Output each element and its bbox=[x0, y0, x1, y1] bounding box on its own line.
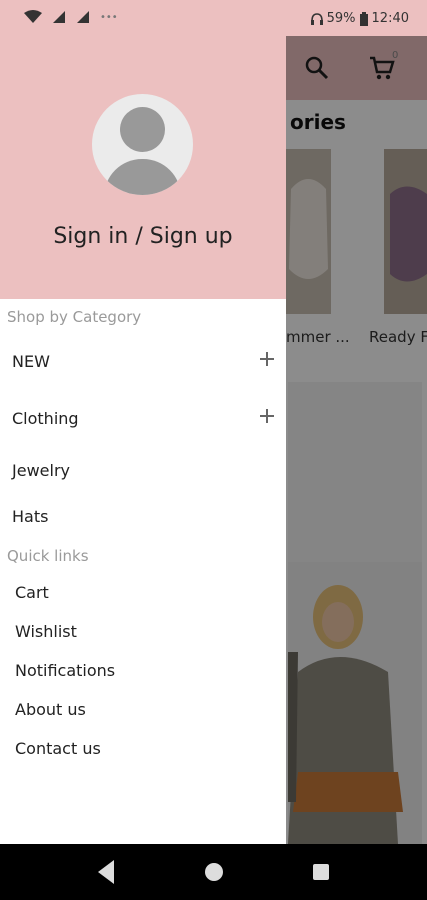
wifi-icon bbox=[24, 10, 42, 23]
expand-plus-icon[interactable] bbox=[260, 409, 274, 423]
quick-link-label: Cart bbox=[15, 582, 49, 602]
drawer-item-jewelry[interactable]: Jewelry bbox=[12, 453, 274, 487]
clock: 12:40 bbox=[371, 11, 409, 26]
quick-links-heading: Quick links bbox=[7, 547, 89, 565]
drawer-header: Sign in / Sign up bbox=[0, 36, 286, 299]
signal-icon bbox=[77, 11, 89, 23]
navigation-drawer: Sign in / Sign up Shop by Category NEW C… bbox=[0, 36, 286, 844]
status-right: 59% 12:40 bbox=[310, 11, 409, 26]
more-icon: ••• bbox=[100, 11, 118, 23]
status-bar: ••• 59% 12:40 bbox=[0, 0, 427, 36]
quick-link-label: Notifications bbox=[15, 660, 116, 680]
home-icon[interactable] bbox=[204, 859, 224, 885]
signal-icon bbox=[53, 11, 65, 23]
quick-link-cart[interactable]: Cart bbox=[15, 575, 277, 609]
drawer-item-label: Hats bbox=[12, 506, 49, 526]
drawer-item-label: NEW bbox=[12, 351, 50, 371]
avatar-icon[interactable] bbox=[92, 94, 193, 195]
sign-in-link[interactable]: Sign in / Sign up bbox=[0, 224, 286, 249]
recents-icon[interactable] bbox=[311, 859, 331, 885]
system-navigation-bar bbox=[0, 844, 427, 900]
battery-percent: 59% bbox=[326, 11, 356, 26]
drawer-item-label: Clothing bbox=[12, 408, 79, 428]
battery-icon bbox=[359, 11, 368, 26]
avatar-head bbox=[120, 107, 165, 152]
quick-link-label: Wishlist bbox=[15, 621, 77, 641]
expand-plus-icon[interactable] bbox=[260, 352, 274, 366]
quick-link-notifications[interactable]: Notifications bbox=[15, 653, 277, 687]
avatar-body bbox=[104, 159, 181, 195]
shop-by-category-heading: Shop by Category bbox=[7, 308, 142, 326]
drawer-item-new[interactable]: NEW bbox=[12, 344, 274, 378]
quick-link-label: About us bbox=[15, 699, 86, 719]
drawer-item-clothing[interactable]: Clothing bbox=[12, 401, 274, 435]
back-icon[interactable] bbox=[96, 859, 116, 885]
drawer-item-hats[interactable]: Hats bbox=[12, 499, 274, 533]
status-left-icons: ••• bbox=[24, 10, 118, 24]
quick-link-wishlist[interactable]: Wishlist bbox=[15, 614, 277, 648]
drawer-item-label: Jewelry bbox=[12, 460, 70, 480]
quick-link-contact-us[interactable]: Contact us bbox=[15, 731, 277, 765]
quick-link-about-us[interactable]: About us bbox=[15, 692, 277, 726]
headphones-icon bbox=[310, 12, 323, 25]
quick-link-label: Contact us bbox=[15, 738, 101, 758]
